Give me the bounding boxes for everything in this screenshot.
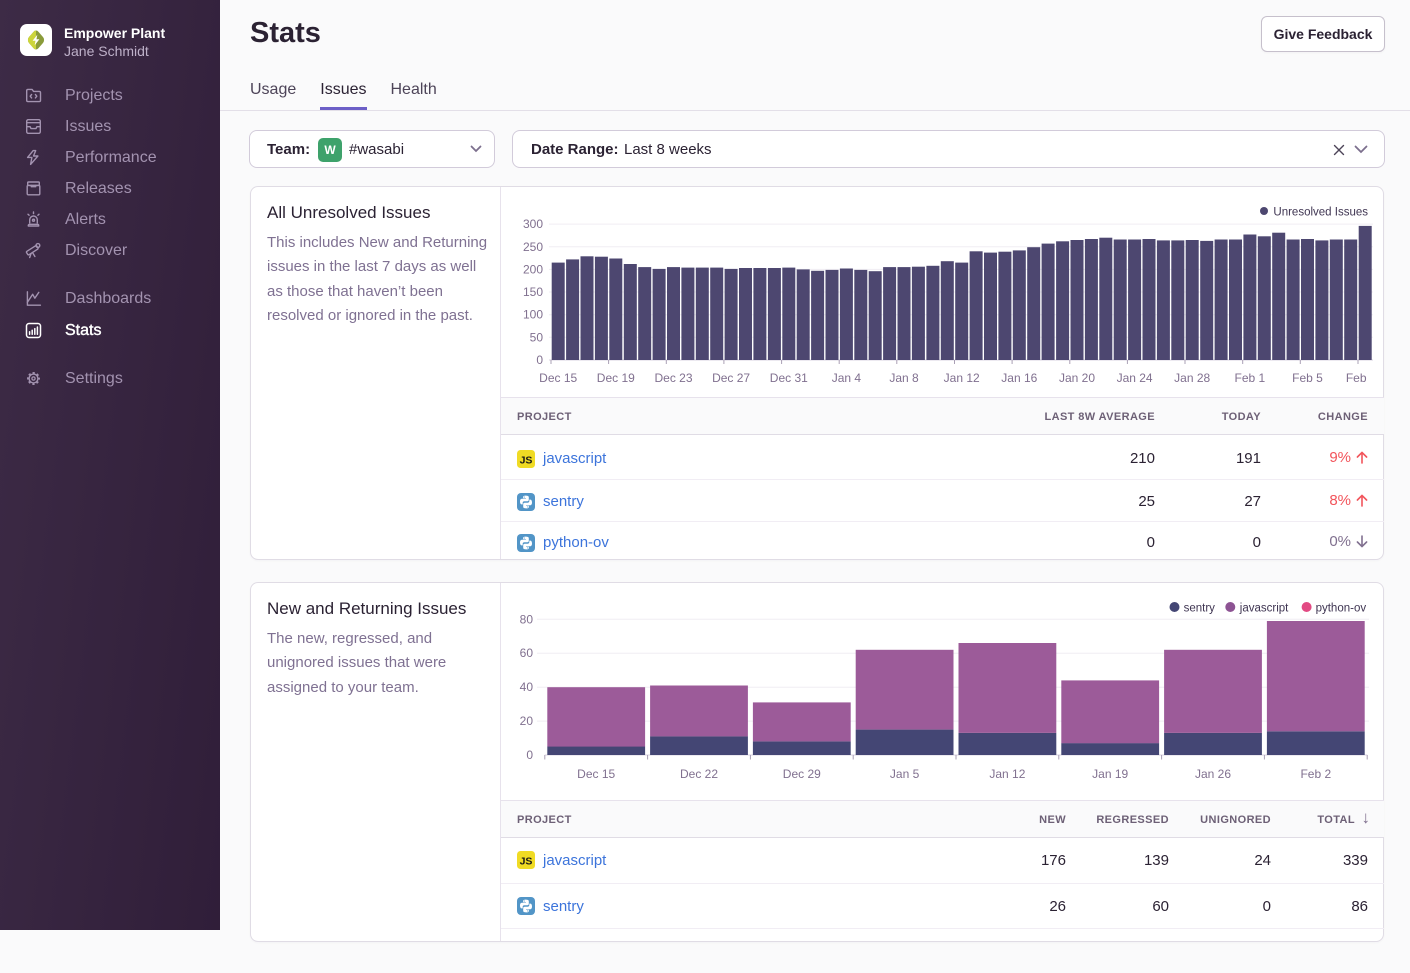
svg-text:Jan 20: Jan 20 bbox=[1059, 371, 1095, 385]
svg-text:40: 40 bbox=[520, 680, 534, 694]
svg-text:Jan 24: Jan 24 bbox=[1117, 371, 1153, 385]
svg-text:300: 300 bbox=[523, 217, 543, 231]
svg-text:javascript: javascript bbox=[1239, 602, 1289, 614]
svg-text:Dec 27: Dec 27 bbox=[712, 371, 750, 385]
svg-text:150: 150 bbox=[523, 285, 543, 299]
svg-text:0: 0 bbox=[536, 353, 543, 367]
svg-text:60: 60 bbox=[520, 646, 534, 660]
svg-text:JS: JS bbox=[520, 855, 533, 867]
svg-text:Jan 4: Jan 4 bbox=[832, 371, 862, 385]
svg-text:20: 20 bbox=[520, 714, 534, 728]
svg-text:python-ov: python-ov bbox=[1316, 602, 1367, 614]
svg-text:80: 80 bbox=[520, 612, 534, 626]
svg-text:Dec 31: Dec 31 bbox=[770, 371, 808, 385]
svg-text:Unresolved Issues: Unresolved Issues bbox=[1273, 206, 1368, 218]
svg-text:200: 200 bbox=[523, 262, 543, 276]
svg-text:Dec 15: Dec 15 bbox=[539, 371, 577, 385]
svg-text:100: 100 bbox=[523, 308, 543, 322]
svg-text:0: 0 bbox=[526, 748, 533, 762]
svg-text:Dec 23: Dec 23 bbox=[654, 371, 692, 385]
svg-text:Jan 28: Jan 28 bbox=[1174, 371, 1210, 385]
svg-text:sentry: sentry bbox=[1184, 602, 1216, 614]
svg-text:Dec 22: Dec 22 bbox=[680, 767, 718, 781]
svg-text:Jan 12: Jan 12 bbox=[989, 767, 1025, 781]
svg-text:Feb 1: Feb 1 bbox=[1235, 371, 1266, 385]
svg-text:Dec 19: Dec 19 bbox=[597, 371, 635, 385]
svg-text:Feb: Feb bbox=[1346, 371, 1367, 385]
svg-text:JS: JS bbox=[520, 454, 533, 466]
svg-text:250: 250 bbox=[523, 240, 543, 254]
svg-text:Jan 16: Jan 16 bbox=[1001, 371, 1037, 385]
svg-text:Jan 12: Jan 12 bbox=[944, 371, 980, 385]
svg-text:Dec 15: Dec 15 bbox=[577, 767, 615, 781]
svg-text:Jan 26: Jan 26 bbox=[1195, 767, 1231, 781]
svg-text:Dec 29: Dec 29 bbox=[783, 767, 821, 781]
svg-text:50: 50 bbox=[530, 330, 544, 344]
svg-text:Feb 5: Feb 5 bbox=[1292, 371, 1323, 385]
svg-text:Jan 19: Jan 19 bbox=[1092, 767, 1128, 781]
svg-text:Jan 5: Jan 5 bbox=[890, 767, 920, 781]
svg-text:Jan 8: Jan 8 bbox=[889, 371, 919, 385]
svg-text:Feb 2: Feb 2 bbox=[1300, 767, 1331, 781]
